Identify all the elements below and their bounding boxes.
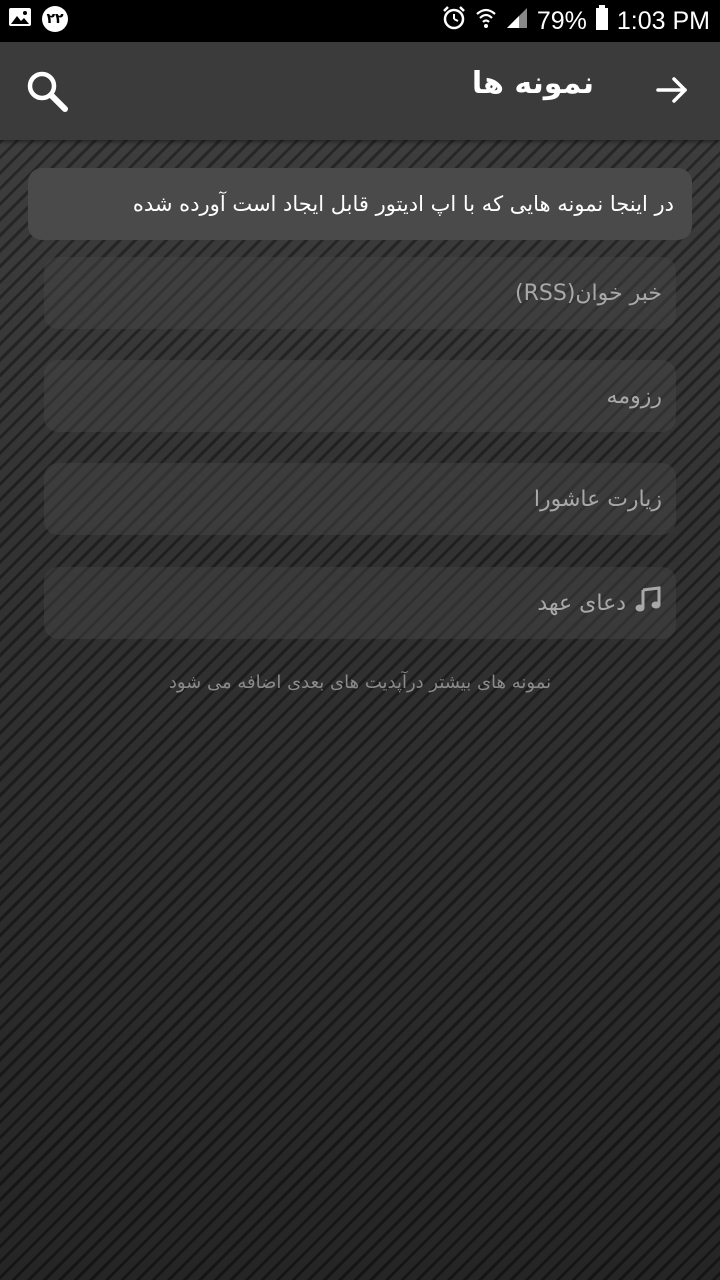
music-note-icon: [634, 586, 662, 620]
battery-percent: 79%: [536, 6, 587, 35]
list-item-resume[interactable]: رزومه: [44, 360, 676, 432]
list-item-rss[interactable]: خبر خوان(RSS): [44, 257, 676, 329]
list-item-doa-ahd[interactable]: دعای عهد: [44, 567, 676, 639]
list-item-label: زیارت عاشورا: [533, 486, 662, 512]
page-title: نمونه ها: [471, 66, 594, 101]
clock: 1:03 PM: [616, 6, 710, 35]
notification-badge: ۲۲: [42, 6, 68, 32]
list-item-label: دعای عهد: [537, 590, 626, 616]
app-bar: نمونه ها: [0, 42, 720, 140]
footer-note: نمونه های بیشتر درآپدیت های بعدی اضافه م…: [168, 672, 552, 693]
search-icon[interactable]: [24, 68, 70, 114]
image-icon: [8, 6, 32, 32]
wifi-icon: [475, 6, 497, 37]
list-item-label: خبر خوان(RSS): [515, 280, 662, 306]
intro-card: در اینجا نمونه هایی که با اپ ادیتور قابل…: [28, 168, 692, 240]
list-item-label: رزومه: [606, 383, 662, 409]
alarm-icon: [441, 5, 467, 38]
back-arrow-icon[interactable]: [654, 72, 690, 108]
intro-text: در اینجا نمونه هایی که با اپ ادیتور قابل…: [132, 192, 674, 216]
status-bar: ۲۲ 79% 1:03 PM: [0, 0, 720, 42]
battery-icon: [595, 4, 609, 38]
signal-icon: [505, 6, 529, 37]
list-item-ziarat-ashura[interactable]: زیارت عاشورا: [44, 463, 676, 535]
